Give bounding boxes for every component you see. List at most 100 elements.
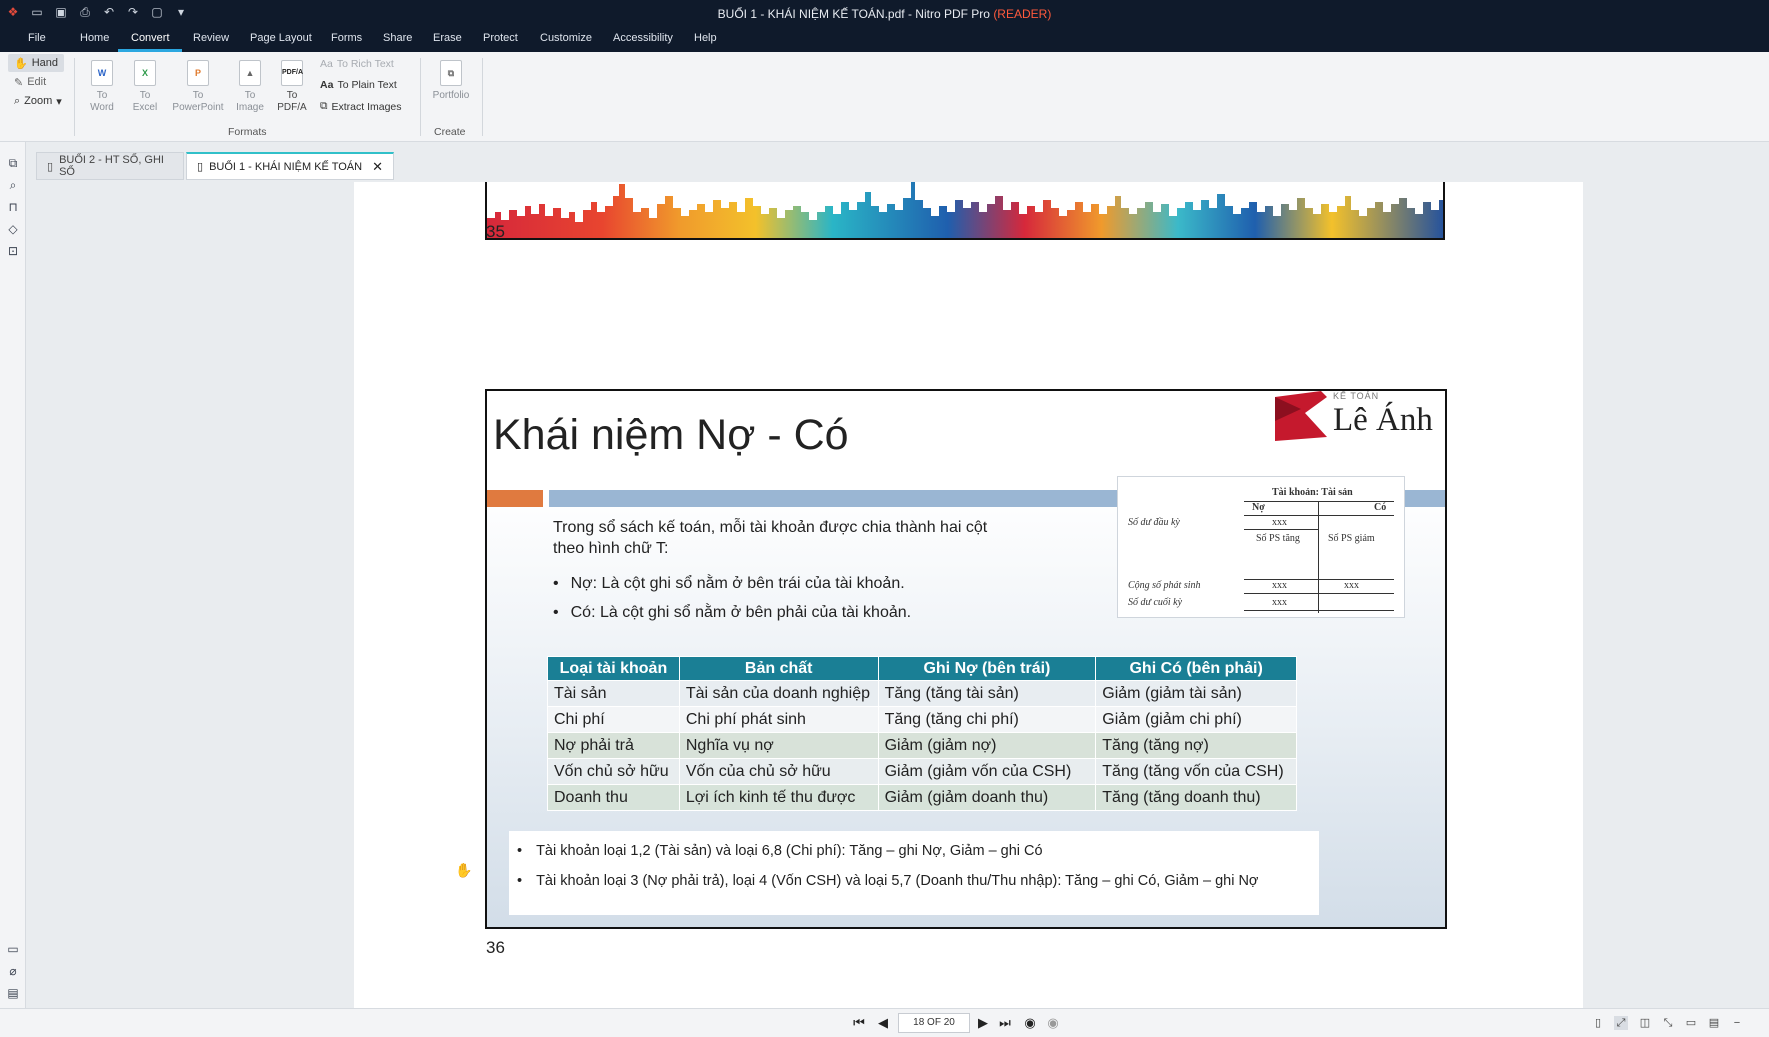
doc-tab-buoi1[interactable]: ▯ BUỔI 1 - KHÁI NIỆM KẾ TOÁN ✕: [186, 152, 394, 180]
table-cell: Giảm (giảm tài sản): [1095, 680, 1297, 707]
tab-file[interactable]: File: [28, 32, 46, 44]
table-cell: Giảm (giảm vốn của CSH): [877, 758, 1097, 785]
document-tabs: ▯ BUỔI 2 - HT SỔ, GHI SỔ ▯ BUỔI 1 - KHÁI…: [26, 150, 1769, 182]
page-indicator[interactable]: 18 OF 20: [898, 1013, 970, 1033]
tab-customize[interactable]: Customize: [540, 32, 592, 44]
to-powerpoint-button[interactable]: P To PowerPoint: [170, 60, 226, 114]
debit-credit-table: Loại tài khoản Bản chất Ghi Nợ (bên trái…: [547, 656, 1297, 811]
notes-box: • Tài khoản loại 1,2 (Tài sản) và loại 6…: [509, 831, 1319, 915]
status-bar: ⏮ ◀ 18 OF 20 ▶ ⏭ ◉ ◉ ▯ ⤢ ◫ ⤡ ▭ ▤ −: [0, 1008, 1769, 1037]
zoom-out-icon[interactable]: −: [1730, 1016, 1744, 1030]
reader-mode-tag: (READER): [993, 7, 1052, 21]
t-account-rule: [1244, 515, 1394, 516]
back-view-icon[interactable]: ◉: [1021, 1014, 1039, 1032]
two-page-view-icon[interactable]: ◫: [1638, 1016, 1652, 1030]
chevron-down-icon: ▾: [56, 95, 62, 108]
hand-tool-button[interactable]: ✋ Hand: [8, 54, 64, 72]
attachment-icon[interactable]: ⌀: [6, 964, 20, 978]
tab-home[interactable]: Home: [80, 32, 109, 44]
t-account-debit-label: Nợ: [1252, 502, 1265, 513]
table-header: Bản chất: [678, 656, 879, 681]
to-excel-label: To Excel: [132, 90, 158, 113]
skyline-graphic: [487, 182, 1443, 238]
powerpoint-icon: P: [187, 60, 209, 86]
presentation-icon[interactable]: ▭: [1684, 1016, 1698, 1030]
table-cell: Tăng (tăng vốn của CSH): [1095, 758, 1297, 785]
t-account-diagram: Tài khoản: Tài sản Nợ Có Số dư đầu kỳ xx…: [1117, 476, 1405, 618]
left-sidebar: ⧉ ⌕ ⊓ ◇ ⊡ ▭ ⌀ ▤: [0, 142, 26, 1008]
close-icon[interactable]: ✕: [372, 159, 383, 175]
to-pdfa-button[interactable]: PDF/A To PDF/A: [264, 60, 320, 114]
tab-page-layout[interactable]: Page Layout: [250, 32, 312, 44]
portfolio-button[interactable]: ⧉ Portfolio: [423, 60, 479, 102]
table-cell: Nợ phải trả: [547, 732, 680, 759]
tab-erase[interactable]: Erase: [433, 32, 462, 44]
plain-text-icon: Aa: [320, 79, 334, 91]
bullet-dot: •: [553, 575, 559, 592]
reading-mode-icon[interactable]: ▤: [1707, 1016, 1721, 1030]
edit-tool-button[interactable]: ✎ Edit: [8, 73, 52, 91]
previous-page-icon[interactable]: ◀: [874, 1014, 892, 1032]
comments-icon[interactable]: ▭: [6, 942, 20, 956]
brand-name: Lê Ánh: [1333, 402, 1433, 438]
tab-share[interactable]: Share: [383, 32, 412, 44]
forward-view-icon[interactable]: ◉: [1044, 1014, 1062, 1032]
ribbon-separator: [420, 58, 421, 136]
hand-icon: ✋: [14, 57, 28, 70]
bookmark-icon[interactable]: ⊓: [6, 200, 20, 214]
slide-title: Khái niệm Nợ - Có: [493, 411, 849, 459]
document-icon: ▯: [197, 161, 204, 173]
last-page-icon[interactable]: ⏭: [996, 1014, 1014, 1032]
zoom-tool-button[interactable]: ⌕ Zoom ▾: [8, 92, 68, 110]
table-row: Doanh thu Lợi ích kinh tế thu được Giảm …: [547, 784, 1297, 811]
tab-review[interactable]: Review: [193, 32, 229, 44]
to-rich-text-label: To Rich Text: [336, 58, 394, 70]
pages-panel-icon[interactable]: ⧉: [6, 156, 20, 170]
document-viewer[interactable]: 35 Khái niệm Nợ - Có KẾ TOÁN Lê Ánh Tài …: [26, 182, 1769, 1008]
t-account-total: Cộng số phát sinh: [1128, 580, 1201, 591]
table-cell: Chi phí: [547, 706, 680, 733]
tab-accessibility[interactable]: Accessibility: [613, 32, 673, 44]
table-row: Chi phí Chi phí phát sinh Tăng (tăng chi…: [547, 706, 1297, 733]
fields-icon[interactable]: ▤: [6, 986, 20, 1000]
t-account-vertical-rule: [1318, 501, 1319, 613]
search-icon[interactable]: ⌕: [6, 178, 20, 192]
extract-images-button[interactable]: ⧉ Extract Images: [320, 100, 402, 113]
tab-forms[interactable]: Forms: [331, 32, 362, 44]
page-number-35: 35: [486, 222, 505, 241]
to-plain-text-label: To Plain Text: [337, 79, 397, 91]
hand-cursor-icon: ✋: [455, 862, 473, 878]
note-text: Tài khoản loại 3 (Nợ phải trả), loại 4 (…: [536, 873, 1259, 889]
to-excel-button[interactable]: X To Excel: [117, 60, 173, 114]
t-account-increase: Số PS tăng: [1256, 533, 1300, 544]
tab-help[interactable]: Help: [694, 32, 717, 44]
t-account-rule: [1244, 501, 1394, 502]
fit-width-icon[interactable]: ⤡: [1661, 1016, 1675, 1030]
fit-page-icon[interactable]: ⤢: [1614, 1016, 1628, 1030]
table-header: Ghi Có (bên phải): [1095, 656, 1297, 681]
doc-tab-buoi2[interactable]: ▯ BUỔI 2 - HT SỔ, GHI SỔ: [36, 152, 184, 180]
next-page-icon[interactable]: ▶: [974, 1014, 992, 1032]
brand-small-text: KẾ TOÁN: [1333, 391, 1380, 401]
lock-icon[interactable]: ⊡: [6, 244, 20, 258]
bullet-item: • Nợ: Là cột ghi sổ nằm ở bên trái của t…: [553, 575, 905, 593]
rich-text-icon: Aa: [320, 58, 333, 70]
portfolio-icon: ⧉: [440, 60, 462, 86]
bullet-text: Có: Là cột ghi sổ nằm ở bên phải của tài…: [570, 604, 912, 621]
tag-icon[interactable]: ◇: [6, 222, 20, 236]
bullet-dot: •: [517, 873, 523, 889]
first-page-icon[interactable]: ⏮: [850, 1014, 868, 1032]
single-page-view-icon[interactable]: ▯: [1591, 1016, 1605, 1030]
hand-label: Hand: [31, 57, 58, 69]
tab-protect[interactable]: Protect: [483, 32, 518, 44]
table-cell: Giảm (giảm doanh thu): [877, 784, 1097, 811]
formats-group-label: Formats: [228, 126, 267, 138]
t-account-rule: [1244, 610, 1394, 611]
table-cell: Tăng (tăng nợ): [1095, 732, 1297, 759]
to-rich-text-button[interactable]: Aa To Rich Text: [320, 58, 394, 70]
tab-convert[interactable]: Convert: [131, 32, 170, 44]
window-title-text: BUỔI 1 - KHÁI NIỆM KẾ TOÁN.pdf - Nitro P…: [717, 7, 990, 21]
to-pdfa-label: To PDF/A: [277, 90, 307, 113]
skyline-banner-image: [485, 182, 1445, 240]
to-plain-text-button[interactable]: Aa To Plain Text: [320, 79, 397, 91]
